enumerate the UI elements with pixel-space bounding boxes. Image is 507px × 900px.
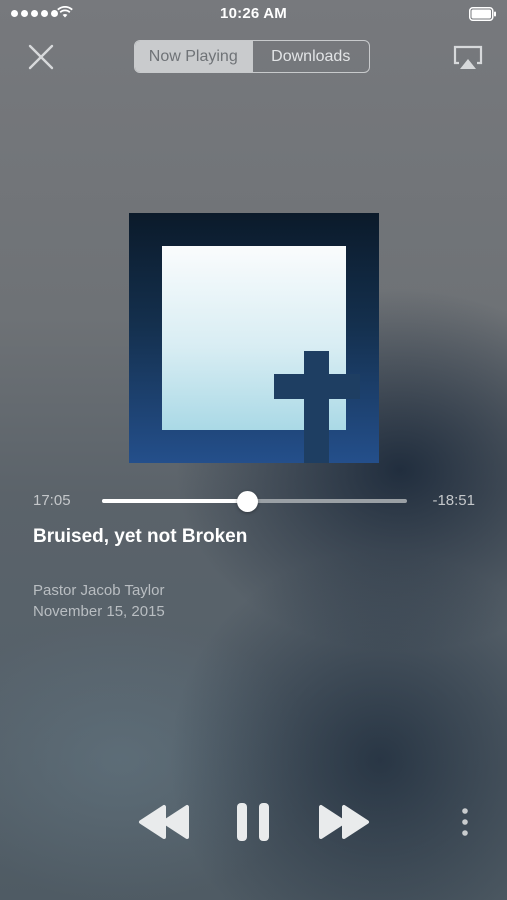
tab-now-playing[interactable]: Now Playing bbox=[135, 41, 252, 72]
battery-icon bbox=[469, 7, 496, 21]
artwork-panel bbox=[162, 246, 360, 463]
progress-fill bbox=[102, 499, 247, 503]
progress-slider[interactable] bbox=[102, 491, 407, 512]
progress-thumb[interactable] bbox=[236, 491, 258, 512]
close-icon[interactable] bbox=[26, 42, 56, 72]
sermon-date: November 15, 2015 bbox=[33, 603, 165, 620]
rewind-icon[interactable] bbox=[137, 803, 191, 841]
status-bar: 10:26 AM bbox=[0, 0, 507, 28]
speaker-name: Pastor Jacob Taylor bbox=[33, 582, 165, 599]
airplay-icon[interactable] bbox=[452, 44, 484, 70]
remaining-time: -18:51 bbox=[432, 492, 475, 509]
status-time: 10:26 AM bbox=[220, 5, 287, 22]
sermon-title: Bruised, yet not Broken bbox=[33, 526, 248, 547]
cross-icon-bar bbox=[274, 374, 360, 399]
elapsed-time: 17:05 bbox=[33, 492, 71, 509]
view-segmented-control: Now Playing Downloads bbox=[134, 40, 370, 73]
tab-downloads[interactable]: Downloads bbox=[251, 41, 370, 72]
pause-icon[interactable] bbox=[234, 801, 272, 843]
album-artwork bbox=[129, 213, 379, 463]
fast-forward-icon[interactable] bbox=[317, 803, 371, 841]
cross-icon bbox=[304, 351, 329, 463]
more-vertical-icon[interactable] bbox=[456, 806, 474, 838]
